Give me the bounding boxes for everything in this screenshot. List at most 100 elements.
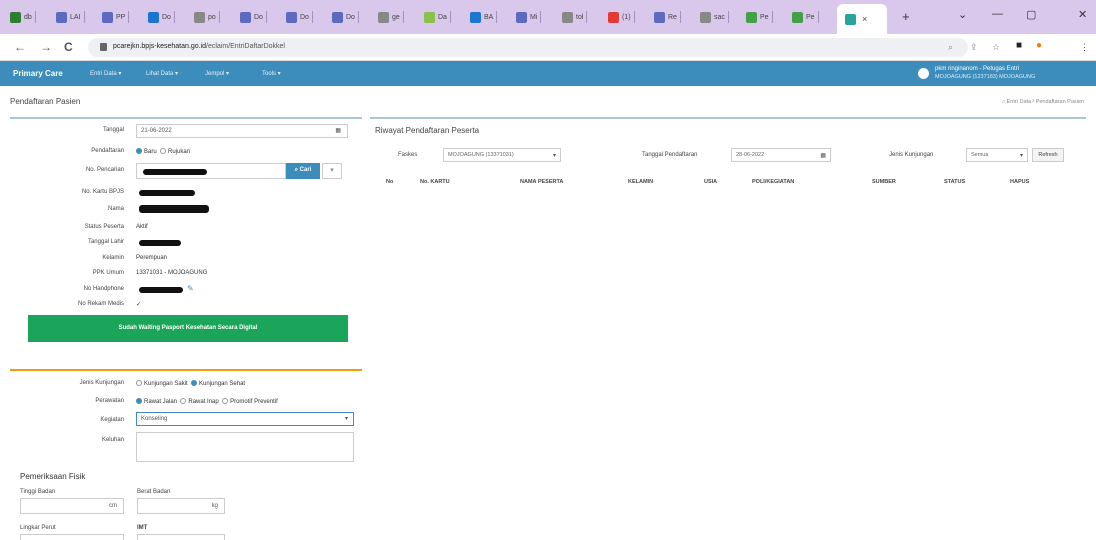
radio-rawat-jalan[interactable]	[136, 398, 142, 404]
nav-jempol[interactable]: Jempol ▾	[205, 70, 229, 77]
radio-kunjungan-sakit[interactable]	[136, 380, 142, 386]
tinggi-badan-input[interactable]: cm	[20, 498, 124, 514]
chevron-down-icon: ▾	[552, 153, 556, 159]
user-info[interactable]: pkm ringinanom - Petugas Entri MOJOAGUNG…	[918, 65, 1088, 83]
row-no-hp: No Handphone	[83, 286, 124, 292]
tab-favicon-icon	[332, 11, 343, 23]
col-sumber: SUMBER	[872, 179, 896, 185]
browser-tab[interactable]: ge	[378, 9, 404, 25]
radio-promotif[interactable]	[222, 398, 229, 404]
faskes-select[interactable]: MOJOAGUNG (13371031) ▾	[443, 148, 561, 162]
row-status: Status Peserta Aktif	[84, 224, 148, 230]
panel-top-border	[370, 117, 1086, 119]
browser-tab[interactable]: db	[10, 9, 36, 25]
jenis-kunjungan-filter-select[interactable]: Semua ▾	[966, 148, 1028, 162]
browser-tab[interactable]: Pe	[792, 9, 819, 25]
url-domain: pcarejkn.bpjs-kesehatan.go.id	[113, 43, 207, 50]
panel-top-border	[10, 117, 362, 119]
row-pendaftaran: Pendaftaran Baru Rujukan	[10, 145, 362, 159]
redacted-no-hp	[139, 287, 183, 293]
col-status: STATUS	[944, 179, 966, 185]
profile-avatar-icon[interactable]: ●	[1036, 40, 1042, 51]
col-poli: POLI/KEGIATAN	[752, 179, 795, 185]
tgl-pendaftaran-input[interactable]: 28-06-2022 ▦	[731, 148, 831, 162]
nav-entri-data[interactable]: Entri Data ▾	[90, 70, 121, 77]
radio-rawat-inap[interactable]	[180, 398, 187, 404]
tab-separator	[218, 11, 220, 23]
cari-button[interactable]: ⌕ Cari	[286, 163, 320, 179]
browser-tab[interactable]: po	[194, 9, 220, 25]
passport-digital-button[interactable]: Sudah Waiting Pasport Kesehatan Secara D…	[28, 315, 348, 342]
brand-logo[interactable]: Primary Care	[13, 69, 63, 78]
browser-tab[interactable]: Pe	[746, 9, 773, 25]
imt-input[interactable]	[137, 534, 225, 540]
refresh-button[interactable]: Refresh	[1032, 148, 1064, 162]
browser-tab[interactable]: PP	[102, 9, 130, 25]
lingkar-perut-input[interactable]	[20, 534, 124, 540]
page-title: Pendaftaran Pasien	[10, 97, 81, 106]
browser-tab[interactable]: (1)	[608, 9, 635, 25]
tab-separator	[540, 11, 542, 23]
url-input[interactable]: pcarejkn.bpjs-kesehatan.go.id/eclaim/Ent…	[88, 38, 968, 57]
redacted-no-kartu	[139, 190, 195, 196]
browser-tab[interactable]: LAI	[56, 9, 85, 25]
back-button[interactable]: ←	[14, 40, 26, 54]
close-tab-icon[interactable]: ×	[862, 14, 867, 24]
browser-tab[interactable]: Da	[424, 9, 451, 25]
keluhan-textarea[interactable]	[136, 432, 354, 462]
tab-search-chevron-icon[interactable]: ⌄	[958, 8, 967, 21]
col-no-kartu: No. KARTU	[420, 179, 450, 185]
tab-separator	[311, 11, 313, 23]
user-faskes: MOJOAGUNG (1237183) MOJOAGUNG	[935, 74, 1036, 80]
tab-label: tol	[576, 13, 584, 21]
browser-menu-icon[interactable]: ⋮	[1080, 42, 1089, 53]
tab-label: LAI	[70, 13, 81, 21]
maximize-button[interactable]: ▢	[1026, 8, 1036, 21]
tab-separator	[449, 11, 451, 23]
bookmark-star-icon[interactable]: ☆	[992, 42, 1000, 53]
zoom-icon[interactable]: ⌕	[948, 42, 953, 53]
tab-separator	[727, 11, 729, 23]
user-icon	[918, 68, 929, 79]
tab-separator	[83, 11, 85, 23]
kegiatan-select[interactable]: Konseling ▾	[136, 412, 354, 426]
radio-rujukan[interactable]	[160, 148, 167, 154]
browser-tab-bar: db LAI PP Do po Do Do Do ge Da BA Mi tol (1) Re sac Pe Pe…	[0, 0, 1096, 34]
browser-tab[interactable]: Do	[286, 9, 313, 25]
radio-kunjungan-sehat[interactable]	[191, 380, 198, 386]
tab-label: Do	[254, 13, 263, 21]
tab-separator	[633, 11, 635, 23]
nav-tools[interactable]: Tools ▾	[262, 70, 281, 77]
berat-badan-input[interactable]: kg	[137, 498, 225, 514]
calendar-icon[interactable]: ▦	[335, 127, 341, 134]
edit-pencil-icon[interactable]: ✎	[187, 284, 194, 293]
extension-icon[interactable]: ■	[1016, 40, 1022, 51]
row-ppk: PPK Umum 13371031 - MOJOAGUNG	[92, 270, 208, 276]
minimize-button[interactable]: —	[992, 8, 1003, 20]
browser-tab[interactable]: sac	[700, 9, 729, 25]
browser-tab[interactable]: Do	[332, 9, 359, 25]
tab-label: (1)	[622, 13, 631, 21]
browser-tab[interactable]: Mi	[516, 9, 542, 25]
browser-tab[interactable]: Do	[148, 9, 175, 25]
no-pencarian-input[interactable]	[136, 163, 286, 179]
browser-tab[interactable]: BA	[470, 9, 498, 25]
reload-button[interactable]: C	[64, 40, 73, 54]
forward-button[interactable]: →	[40, 40, 52, 54]
chevron-down-icon: ▾	[344, 416, 348, 422]
active-tab[interactable]: ×	[837, 4, 887, 34]
radio-baru[interactable]	[136, 148, 142, 154]
browser-tab[interactable]: tol	[562, 9, 588, 25]
lock-icon	[100, 43, 107, 51]
browser-tab[interactable]: Do	[240, 9, 267, 25]
nav-lihat-data[interactable]: Lihat Data ▾	[146, 70, 178, 77]
calendar-icon[interactable]: ▦	[820, 152, 826, 159]
share-icon[interactable]: ⇪	[970, 42, 978, 53]
new-tab-button[interactable]: +	[902, 9, 910, 24]
col-hapus: HAPUS	[1010, 179, 1030, 185]
browser-tab[interactable]: Re	[654, 9, 681, 25]
close-window-button[interactable]: ✕	[1078, 8, 1087, 21]
search-type-dropdown[interactable]: ▾	[322, 163, 342, 179]
tanggal-input[interactable]: 21-06-2022 ▦	[136, 124, 348, 138]
redacted-nama	[139, 205, 209, 213]
